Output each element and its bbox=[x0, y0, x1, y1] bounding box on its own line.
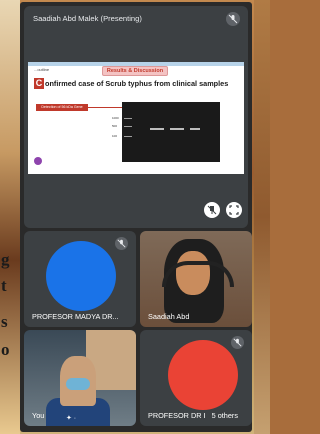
participant-tile[interactable]: PROFESOR MADYA DR... bbox=[24, 231, 136, 327]
participant-name: PROFESOR MADYA DR... bbox=[32, 312, 119, 321]
detection-arrow bbox=[88, 107, 122, 108]
participant-tile[interactable]: Saadiah Abd bbox=[140, 231, 252, 327]
others-count: 5 others bbox=[211, 411, 238, 420]
shared-slide: ...outline Results & Discussion C onfirm… bbox=[28, 62, 244, 174]
slide-logo bbox=[34, 157, 42, 165]
gel-image bbox=[122, 102, 220, 162]
presenter-name: Saadiah Abd Malek (Presenting) bbox=[33, 14, 142, 23]
face-mask bbox=[66, 378, 90, 390]
detection-label: Detection of 56 kDa Gene bbox=[36, 104, 88, 111]
slide-title: onfirmed case of Scrub typhus from clini… bbox=[45, 79, 229, 88]
participant-name: Saadiah Abd bbox=[148, 312, 190, 321]
slide-heading: Results & Discussion bbox=[102, 66, 168, 76]
mic-off-icon bbox=[115, 237, 128, 250]
mic-off-icon bbox=[226, 12, 240, 26]
avatar bbox=[168, 340, 238, 410]
fullscreen-icon[interactable] bbox=[226, 202, 242, 218]
background-poster: g t s o bbox=[0, 0, 20, 434]
avatar bbox=[46, 241, 116, 311]
participant-tile[interactable]: PROFESOR DR I 5 others bbox=[140, 330, 252, 426]
slide-outline: ...outline bbox=[34, 67, 50, 72]
meeting-window: Saadiah Abd Malek (Presenting) ...outlin… bbox=[20, 2, 252, 432]
participant-name: PROFESOR DR I 5 others bbox=[148, 411, 238, 420]
self-tile[interactable]: You ✦ · bbox=[24, 330, 136, 426]
background-right bbox=[254, 0, 270, 434]
participant-name: You bbox=[32, 411, 45, 420]
pin-icon[interactable] bbox=[204, 202, 220, 218]
mic-off-icon bbox=[231, 336, 244, 349]
effects-icon[interactable]: ✦ · bbox=[66, 414, 80, 422]
slide-title-initial: C bbox=[34, 78, 44, 89]
presentation-panel[interactable]: Saadiah Abd Malek (Presenting) ...outlin… bbox=[24, 6, 248, 228]
